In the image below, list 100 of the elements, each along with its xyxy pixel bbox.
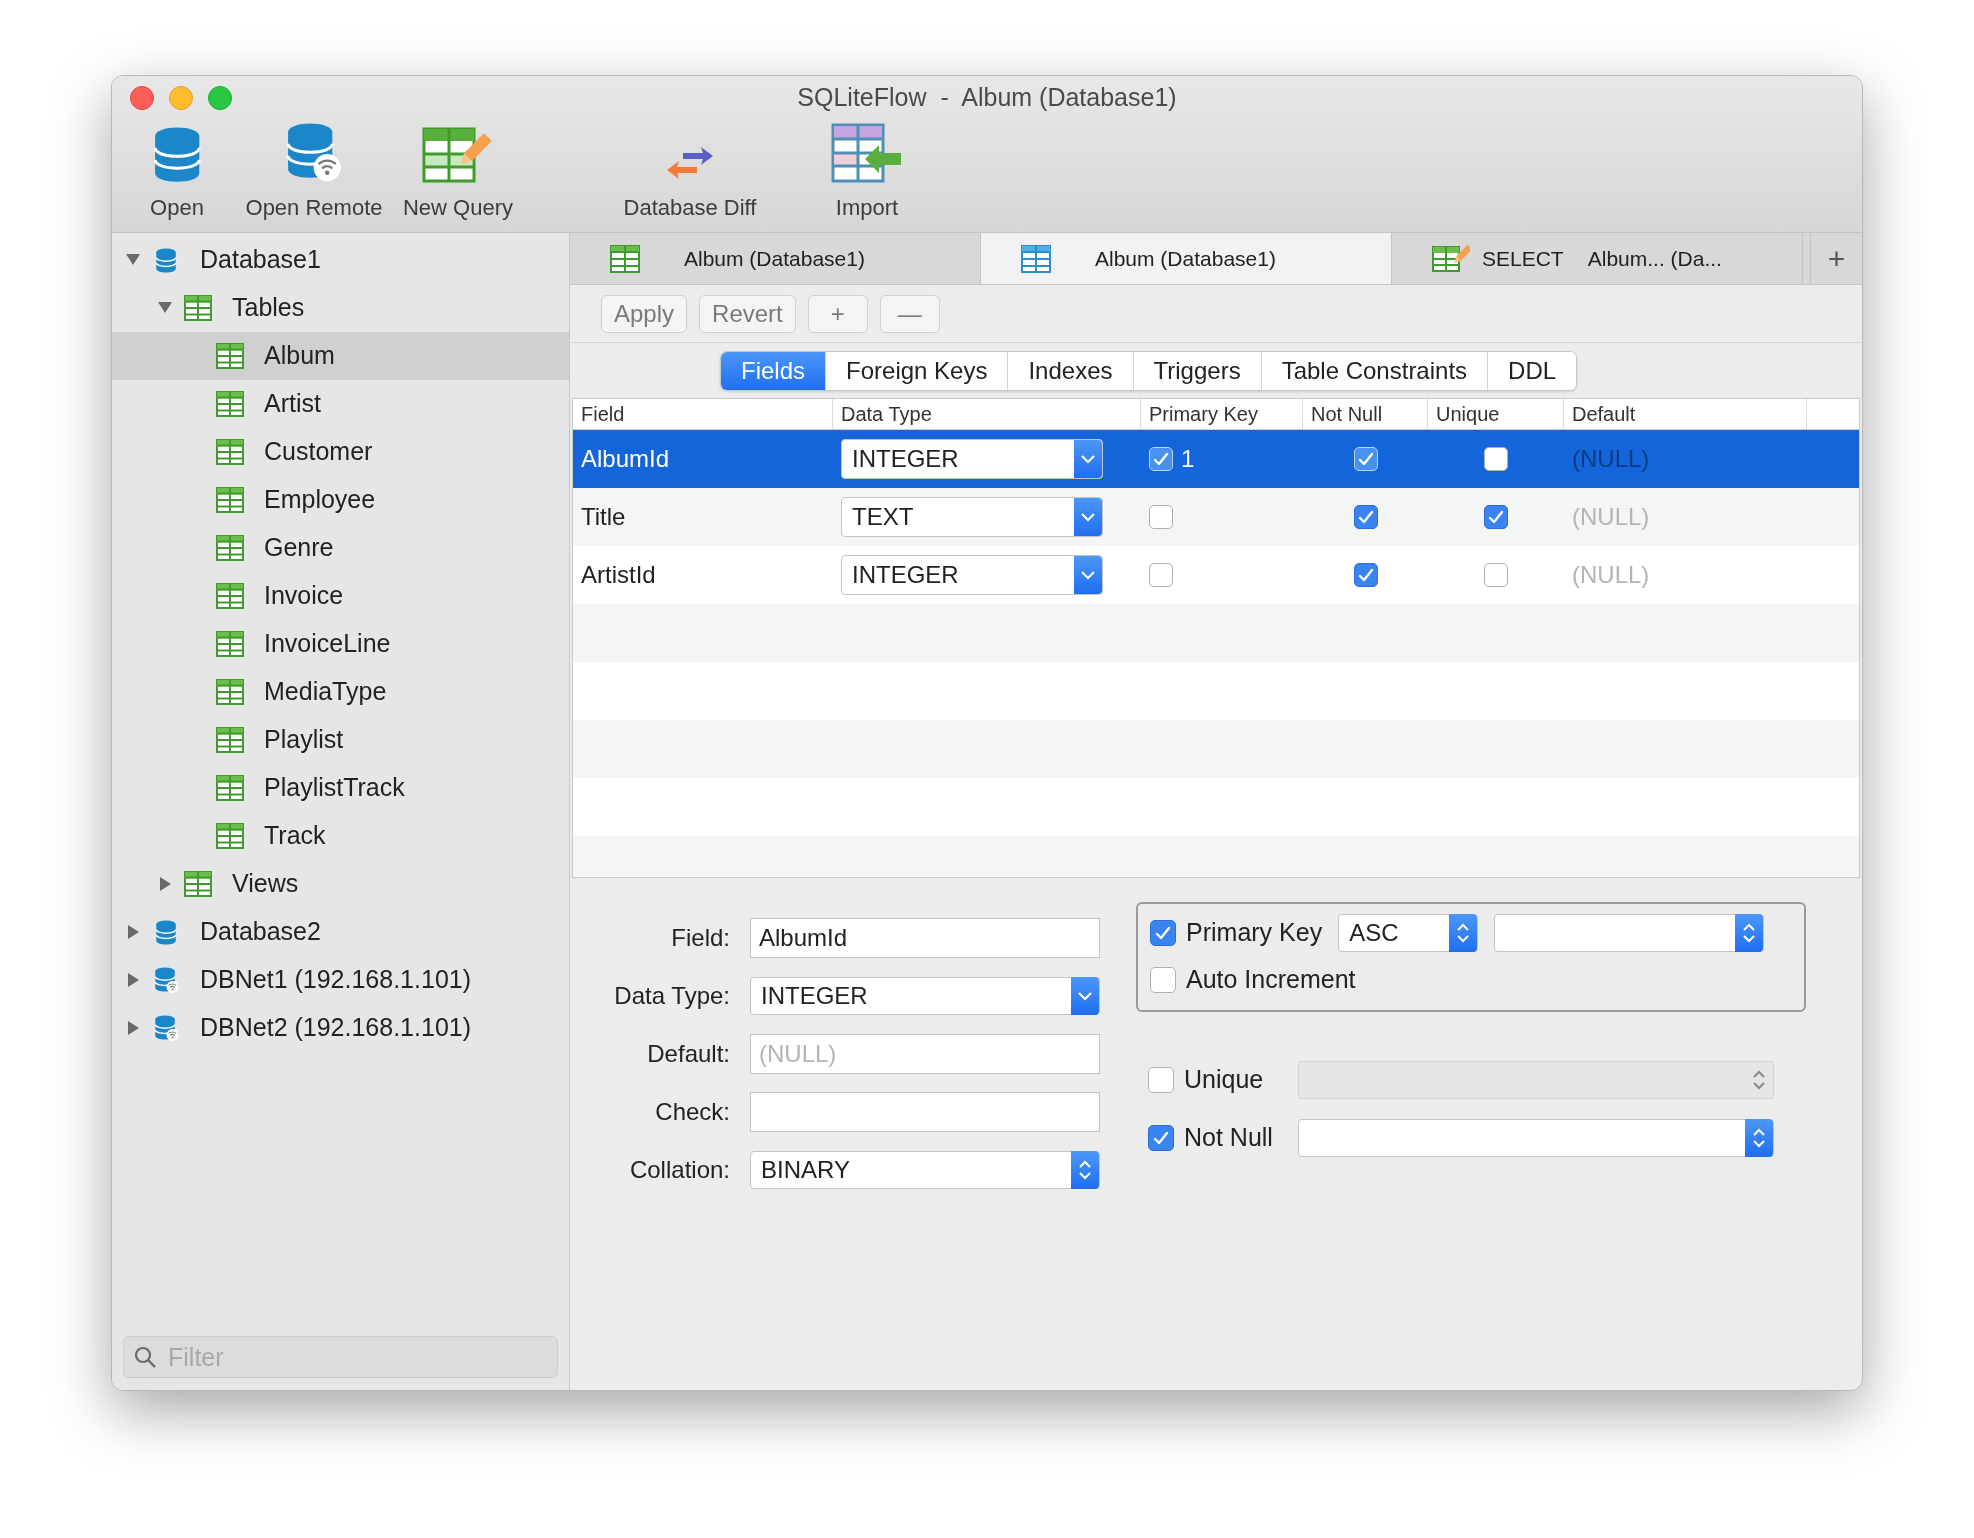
checkbox[interactable]: [1353, 563, 1378, 587]
checkmark-icon: [1152, 1130, 1170, 1146]
checkbox[interactable]: [1149, 505, 1173, 529]
dropdown[interactable]: INTEGER: [841, 439, 1103, 479]
table-icon: [216, 391, 244, 417]
toolbar-button[interactable]: —: [879, 294, 940, 333]
column-header: Field: [581, 402, 625, 427]
zoom-button[interactable]: [208, 85, 232, 110]
checkmark-icon: [1487, 509, 1505, 525]
segment-tab[interactable]: Indexes: [1007, 351, 1133, 390]
toolbar-button[interactable]: Import: [812, 124, 922, 224]
collapsed-triangle-icon: [157, 876, 173, 892]
checkbox[interactable]: [1148, 1125, 1174, 1151]
checkmark-icon: [1152, 451, 1170, 467]
dropdown-value: INTEGER: [851, 444, 960, 474]
tree-item[interactable]: Track: [112, 812, 569, 860]
toolbar-button[interactable]: Database Diff: [568, 124, 812, 224]
field-label: Collation:: [629, 1155, 730, 1185]
dropdown[interactable]: BINARY: [750, 1151, 1100, 1189]
checkbox[interactable]: [1353, 505, 1378, 529]
column-header: Primary Key: [1149, 402, 1258, 427]
checkmark-icon: [1154, 925, 1172, 941]
dropdown[interactable]: INTEGER: [841, 555, 1103, 595]
segment-tab[interactable]: Table Constraints: [1260, 351, 1488, 390]
table-icon: [216, 823, 244, 849]
toolbar-button[interactable]: Open Remote: [240, 124, 388, 224]
table-row[interactable]: Title TEXT (NULL): [573, 488, 1859, 546]
dropdown[interactable]: [1298, 1119, 1774, 1157]
tree-item[interactable]: MediaType: [112, 668, 569, 716]
tree-item[interactable]: Database1: [112, 236, 569, 284]
input-field[interactable]: (NULL): [750, 1034, 1100, 1074]
table-icon: [216, 535, 244, 561]
dropdown[interactable]: INTEGER: [750, 977, 1100, 1015]
dropdown-value: INTEGER: [760, 981, 869, 1011]
collapsed-triangle-icon: [125, 972, 141, 988]
tree-item[interactable]: Genre: [112, 524, 569, 572]
tree-item[interactable]: PlaylistTrack: [112, 764, 569, 812]
close-button[interactable]: [130, 85, 154, 110]
table-icon: [1021, 244, 1051, 273]
table-icon: [216, 775, 244, 801]
tree-item[interactable]: Customer: [112, 428, 569, 476]
checkbox[interactable]: [1484, 505, 1508, 529]
table-cell-text: AlbumId: [581, 444, 670, 474]
up-down-chevron-icon: [1076, 1158, 1094, 1182]
dropdown-value: ASC: [1348, 918, 1400, 948]
tab[interactable]: Album (Database1): [981, 233, 1392, 284]
checkbox[interactable]: [1484, 563, 1508, 587]
table-row[interactable]: AlbumId INTEGER 1 (NULL): [573, 430, 1859, 488]
checkmark-icon: [1356, 567, 1375, 583]
segment-tab[interactable]: DDL: [1487, 351, 1577, 390]
table-icon: [216, 631, 244, 657]
toolbar-button[interactable]: New Query: [388, 124, 528, 224]
tree-item[interactable]: Employee: [112, 476, 569, 524]
table-icon: [610, 244, 640, 273]
toolbar-button[interactable]: Open: [114, 124, 240, 224]
table-icon: [184, 871, 212, 897]
dropdown[interactable]: TEXT: [841, 497, 1103, 537]
database-icon: [154, 246, 178, 274]
table-cell-text: (NULL): [1572, 502, 1650, 532]
checkbox[interactable]: [1149, 563, 1173, 587]
tree-item[interactable]: Tables: [112, 284, 569, 332]
table-icon: [216, 679, 244, 705]
tree-item[interactable]: Album: [112, 332, 569, 380]
column-header: Not Null: [1311, 402, 1383, 427]
segment-tab[interactable]: Foreign Keys: [825, 351, 1008, 390]
input-field[interactable]: AlbumId: [750, 918, 1100, 958]
toolbar-button[interactable]: +: [807, 294, 868, 333]
tree-item[interactable]: DBNet2 (192.168.1.101): [112, 1004, 569, 1052]
tree-item[interactable]: InvoiceLine: [112, 620, 569, 668]
toolbar-button[interactable]: Apply: [601, 294, 688, 333]
segment-tab[interactable]: Fields: [721, 351, 826, 390]
remote-database-icon: [152, 1013, 180, 1043]
field-label: Check:: [655, 1097, 730, 1127]
dropdown[interactable]: ASC: [1338, 914, 1479, 952]
checkbox[interactable]: [1148, 1067, 1174, 1093]
new-tab-button[interactable]: +: [1810, 233, 1862, 284]
tree-item[interactable]: Views: [112, 860, 569, 908]
dropdown[interactable]: [1494, 914, 1765, 952]
checkbox[interactable]: [1150, 967, 1176, 993]
table-cell-text: (NULL): [1572, 560, 1650, 590]
segment-tab[interactable]: Triggers: [1132, 351, 1261, 390]
checkbox-label: Not Null: [1184, 1122, 1273, 1154]
column-header: Default: [1572, 402, 1636, 427]
checkbox[interactable]: [1484, 447, 1508, 471]
tree-item[interactable]: DBNet1 (192.168.1.101): [112, 956, 569, 1004]
tree-item[interactable]: Artist: [112, 380, 569, 428]
toolbar-button[interactable]: Revert: [699, 294, 796, 333]
column-header: Unique: [1436, 402, 1500, 427]
table-icon: [216, 583, 244, 609]
tree-item[interactable]: Database2: [112, 908, 569, 956]
import-arrow-icon: [831, 123, 903, 185]
tree-item[interactable]: Playlist: [112, 716, 569, 764]
tree-item[interactable]: Invoice: [112, 572, 569, 620]
table-cell-text: ArtistId: [581, 560, 656, 590]
input-field[interactable]: [750, 1092, 1100, 1132]
column-header: Data Type: [841, 402, 932, 427]
field-label: Data Type:: [614, 981, 730, 1011]
table-icon: [216, 343, 244, 369]
checkbox[interactable]: [1150, 920, 1176, 946]
remote-database-icon: [152, 965, 180, 995]
